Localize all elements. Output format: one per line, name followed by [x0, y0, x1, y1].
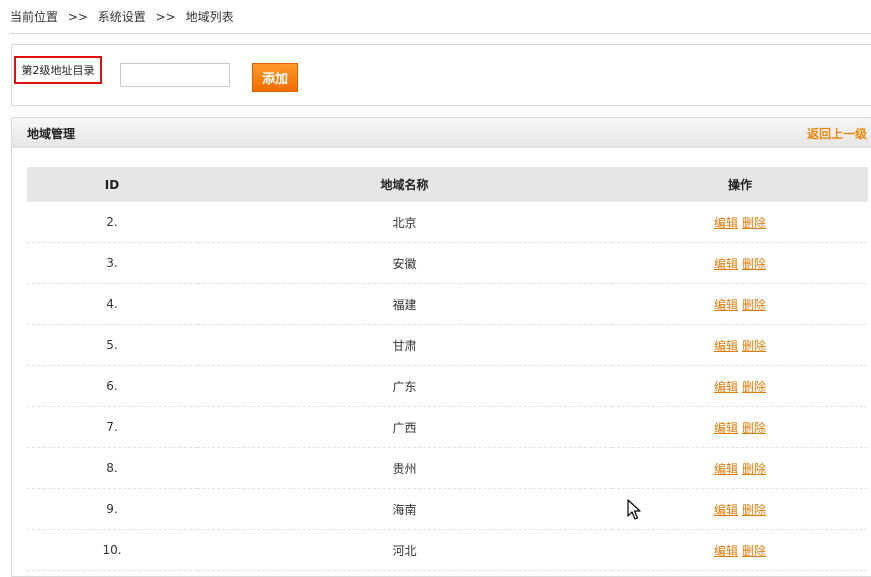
back-to-parent-link[interactable]: 返回上一级 — [807, 125, 867, 142]
row-id: 2. — [27, 202, 197, 243]
divider — [10, 33, 871, 34]
table-row: 4. 福建 编辑 删除 — [27, 283, 868, 325]
table-row: 2. 北京 编辑 删除 — [27, 202, 868, 243]
row-actions: 编辑 删除 — [612, 283, 868, 325]
delete-link[interactable]: 删除 — [742, 462, 766, 476]
row-region-name: 安徽 — [197, 242, 612, 284]
delete-link[interactable]: 删除 — [742, 216, 766, 230]
row-id: 10. — [27, 529, 197, 571]
row-actions: 编辑 删除 — [612, 365, 868, 407]
breadcrumb-current-location: 当前位置 — [10, 10, 59, 24]
region-table-wrapper: ID 地域名称 操作 2. 北京 编辑 删除 3. 安徽 编辑 删除 4. 福建 编辑 删除 5. 甘肃编… — [27, 167, 868, 571]
delete-link[interactable]: 删除 — [742, 257, 766, 271]
delete-link[interactable]: 删除 — [742, 421, 766, 435]
breadcrumb-separator: >> — [67, 10, 88, 24]
edit-link[interactable]: 编辑 — [714, 421, 738, 435]
table-row: 8. 贵州 编辑 删除 — [27, 447, 868, 489]
edit-link[interactable]: 编辑 — [714, 503, 738, 517]
row-region-name: 河北 — [197, 529, 612, 571]
table-row: 9. 海南 编辑 删除 — [27, 488, 868, 530]
breadcrumb: 当前位置 >> 系统设置 >> 地域列表 — [10, 8, 234, 25]
row-actions: 编辑 删除 — [612, 488, 868, 530]
row-id: 5. — [27, 324, 197, 366]
edit-link[interactable]: 编辑 — [714, 380, 738, 394]
delete-link[interactable]: 删除 — [742, 380, 766, 394]
edit-link[interactable]: 编辑 — [714, 462, 738, 476]
row-id: 8. — [27, 447, 197, 489]
region-management-panel: 地域管理 返回上一级 ID 地域名称 操作 2. 北京 编辑 删除 3. 安徽 编辑 删除 4.… — [11, 117, 871, 577]
edit-link[interactable]: 编辑 — [714, 257, 738, 271]
row-actions: 编辑 删除 — [612, 406, 868, 448]
column-header-actions: 操作 — [612, 167, 868, 202]
delete-link[interactable]: 删除 — [742, 544, 766, 558]
delete-link[interactable]: 删除 — [742, 339, 766, 353]
panel-header: 地域管理 返回上一级 — [12, 118, 871, 148]
row-id: 4. — [27, 283, 197, 325]
row-id: 6. — [27, 365, 197, 407]
table-row: 6. 广东 编辑 删除 — [27, 365, 868, 407]
table-row: 7. 广西 编辑 删除 — [27, 406, 868, 448]
edit-link[interactable]: 编辑 — [714, 298, 738, 312]
row-region-name: 海南 — [197, 488, 612, 530]
row-id: 7. — [27, 406, 197, 448]
breadcrumb-region-list: 地域列表 — [185, 10, 234, 24]
column-header-id: ID — [27, 167, 197, 202]
level-label: 第2级地址目录 — [14, 56, 102, 84]
delete-link[interactable]: 删除 — [742, 503, 766, 517]
column-header-name: 地域名称 — [197, 167, 612, 202]
edit-link[interactable]: 编辑 — [714, 216, 738, 230]
row-actions: 编辑 删除 — [612, 447, 868, 489]
mouse-pointer-icon — [627, 499, 641, 520]
edit-link[interactable]: 编辑 — [714, 339, 738, 353]
add-region-panel: 第2级地址目录 添加 — [11, 44, 871, 106]
row-region-name: 广西 — [197, 406, 612, 448]
breadcrumb-separator: >> — [155, 10, 176, 24]
table-row: 3. 安徽 编辑 删除 — [27, 242, 868, 284]
region-table: ID 地域名称 操作 2. 北京 编辑 删除 3. 安徽 编辑 删除 4. 福建 编辑 删除 5. 甘肃编… — [27, 167, 868, 571]
add-button[interactable]: 添加 — [252, 63, 298, 92]
panel-title: 地域管理 — [27, 127, 76, 141]
table-row: 10. 河北 编辑 删除 — [27, 529, 868, 571]
row-region-name: 广东 — [197, 365, 612, 407]
row-id: 3. — [27, 242, 197, 284]
table-row: 5. 甘肃 编辑 删除 — [27, 324, 868, 366]
row-region-name: 北京 — [197, 202, 612, 243]
row-actions: 编辑 删除 — [612, 242, 868, 284]
edit-link[interactable]: 编辑 — [714, 544, 738, 558]
row-actions: 编辑 删除 — [612, 324, 868, 366]
row-region-name: 甘肃 — [197, 324, 612, 366]
row-region-name: 贵州 — [197, 447, 612, 489]
row-actions: 编辑 删除 — [612, 529, 868, 571]
row-id: 9. — [27, 488, 197, 530]
region-name-input[interactable] — [120, 63, 230, 87]
row-actions: 编辑 删除 — [612, 202, 868, 243]
table-header-row: ID 地域名称 操作 — [27, 167, 868, 202]
breadcrumb-system-settings[interactable]: 系统设置 — [98, 10, 146, 24]
row-region-name: 福建 — [197, 283, 612, 325]
delete-link[interactable]: 删除 — [742, 298, 766, 312]
